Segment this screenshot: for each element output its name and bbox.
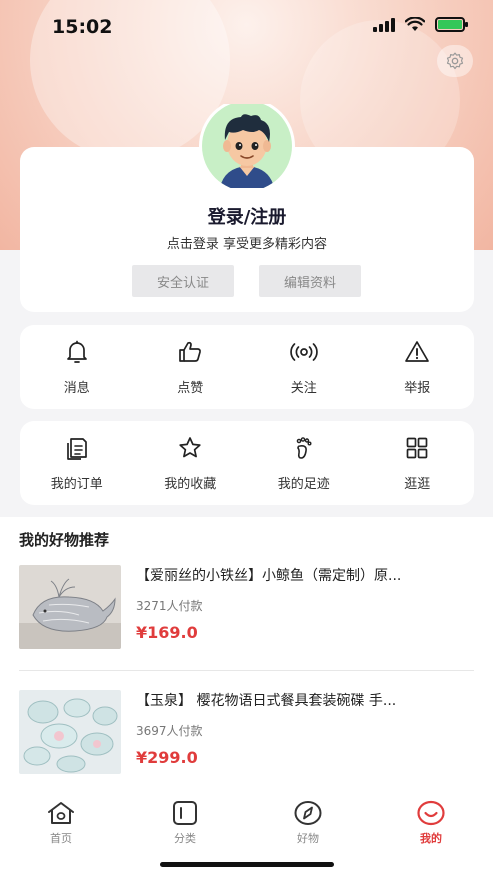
my-footprints-label: 我的足迹 xyxy=(277,476,330,492)
thumbs-up-icon xyxy=(179,341,202,362)
report-label: 举报 xyxy=(404,380,431,396)
star-icon xyxy=(179,436,201,457)
grid-icon xyxy=(406,437,428,458)
home-indicator xyxy=(160,862,334,867)
security-verify-button[interactable]: 安全认证 xyxy=(132,265,234,297)
product-image-whale[interactable] xyxy=(19,565,121,649)
home-icon xyxy=(48,802,74,824)
actions-card-secondary: 我的订单 我的收藏 我的足迹 逛逛 xyxy=(20,421,474,505)
tab-category[interactable]: 分类 xyxy=(155,800,215,846)
tab-goods-label: 好物 xyxy=(297,832,319,845)
tab-home-label: 首页 xyxy=(50,832,72,845)
likes-item[interactable]: 点赞 xyxy=(135,339,245,396)
battery-icon xyxy=(435,17,468,32)
wifi-icon xyxy=(405,17,425,31)
recommend-section: 我的好物推荐 【爱丽丝的小铁丝】小鲸鱼（需定制）原... 3271人付款 ¥16… xyxy=(0,517,493,792)
product-sales: 3271人付款 xyxy=(136,599,203,613)
footprint-icon xyxy=(296,436,312,459)
settings-button[interactable] xyxy=(437,45,473,77)
messages-label: 消息 xyxy=(63,380,90,396)
browse-label: 逛逛 xyxy=(404,476,431,492)
category-icon xyxy=(173,801,197,825)
actions-card-primary: 消息 点赞 关注 举报 xyxy=(20,325,474,409)
tab-mine-label: 我的 xyxy=(420,832,442,845)
tab-mine[interactable]: 我的 xyxy=(401,800,461,846)
signal-icon xyxy=(373,17,395,32)
messages-item[interactable]: 消息 xyxy=(22,339,132,396)
tab-category-label: 分类 xyxy=(174,832,196,845)
bell-icon xyxy=(66,340,87,363)
login-subtitle: 点击登录 享受更多精彩内容 xyxy=(166,237,328,252)
compass-icon xyxy=(294,801,322,825)
product-card[interactable]: 【爱丽丝的小铁丝】小鲸鱼（需定制）原... 3271人付款 ¥169.0 xyxy=(19,565,479,651)
product-title: 【玉泉】 樱花物语日式餐具套装碗碟 手... xyxy=(136,693,397,709)
broadcast-icon xyxy=(290,342,318,361)
divider xyxy=(19,670,474,671)
product-sales: 3697人付款 xyxy=(136,724,203,738)
my-favorites-item[interactable]: 我的收藏 xyxy=(135,435,245,492)
product-title: 【爱丽丝的小铁丝】小鲸鱼（需定制）原... xyxy=(136,568,402,584)
user-avatar-icon xyxy=(199,98,295,194)
my-favorites-label: 我的收藏 xyxy=(164,476,217,492)
warning-icon xyxy=(405,340,430,362)
gear-icon xyxy=(446,52,464,70)
likes-label: 点赞 xyxy=(177,380,204,396)
recommend-title: 我的好物推荐 xyxy=(19,531,110,549)
product-image-tableware[interactable] xyxy=(19,690,121,774)
tab-home[interactable]: 首页 xyxy=(31,800,91,846)
orders-icon xyxy=(66,437,87,460)
report-item[interactable]: 举报 xyxy=(362,339,472,396)
my-orders-label: 我的订单 xyxy=(50,476,103,492)
my-orders-item[interactable]: 我的订单 xyxy=(22,435,132,492)
edit-profile-button[interactable]: 编辑资料 xyxy=(259,265,361,297)
follow-item[interactable]: 关注 xyxy=(249,339,359,396)
avatar[interactable] xyxy=(197,98,297,194)
status-bar: 15:02 xyxy=(0,0,493,52)
tab-goods[interactable]: 好物 xyxy=(278,800,338,846)
product-card[interactable]: 【玉泉】 樱花物语日式餐具套装碗碟 手... 3697人付款 ¥299.0 xyxy=(19,690,479,776)
product-price: ¥169.0 xyxy=(136,623,198,642)
browse-item[interactable]: 逛逛 xyxy=(362,435,472,492)
my-footprints-item[interactable]: 我的足迹 xyxy=(249,435,359,492)
follow-label: 关注 xyxy=(290,380,317,396)
status-time: 15:02 xyxy=(52,16,113,38)
product-price: ¥299.0 xyxy=(136,748,198,767)
smile-icon xyxy=(417,800,445,826)
login-register-link[interactable]: 登录/注册 xyxy=(20,203,474,229)
